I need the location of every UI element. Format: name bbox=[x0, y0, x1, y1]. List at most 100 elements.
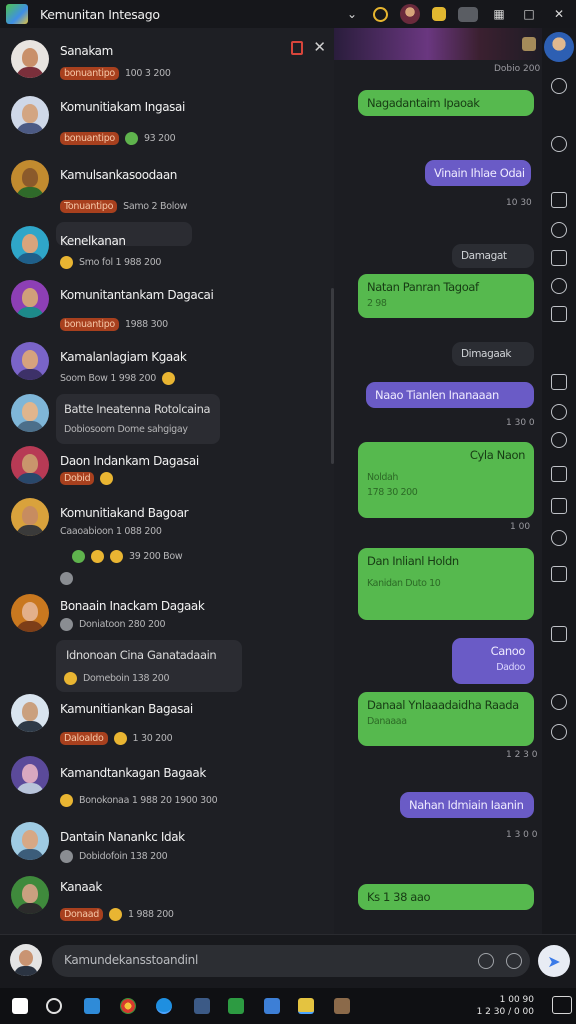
app-logo-icon bbox=[6, 4, 28, 24]
chevron-down-icon[interactable]: ⌄ bbox=[343, 5, 361, 23]
avatar bbox=[11, 822, 49, 860]
message-text: Damagat bbox=[461, 250, 507, 262]
chat-name: Daon Indankam Dagasai bbox=[60, 454, 199, 468]
clock-icon[interactable] bbox=[551, 694, 567, 710]
power-icon[interactable] bbox=[551, 724, 567, 740]
gear-icon[interactable] bbox=[551, 530, 567, 546]
file-explorer-icon[interactable] bbox=[264, 998, 280, 1014]
chat-list-item[interactable]: Daon Indankam Dagasai Dobid bbox=[0, 446, 334, 506]
calendar-icon[interactable] bbox=[551, 466, 567, 482]
edge-browser-icon[interactable] bbox=[156, 998, 172, 1014]
chat-meta: Domeboin 138 200 bbox=[64, 672, 170, 685]
close-app-icon[interactable]: ✕ bbox=[550, 5, 568, 23]
message-bubble-outgoing[interactable]: Cyla Naon Noldah 178 30 200 bbox=[358, 442, 534, 518]
chat-timestamp: Soom Bow 1 998 200 bbox=[60, 373, 156, 384]
message-bubble-outgoing[interactable]: Ks 1 38 aao bbox=[358, 884, 534, 910]
message-bubble[interactable]: Vinain Ihlae Odai bbox=[425, 160, 531, 186]
mail-app-icon[interactable] bbox=[84, 998, 100, 1014]
attach-icon[interactable] bbox=[506, 953, 522, 969]
emoji-icon bbox=[60, 618, 73, 631]
emoji-icon bbox=[72, 550, 85, 563]
chat-meta: Smo fol 1 988 200 bbox=[60, 256, 161, 269]
title-bar-actions: ⌄ ▦ □ ✕ bbox=[343, 4, 568, 24]
crop-icon[interactable] bbox=[551, 566, 567, 582]
target-icon[interactable] bbox=[551, 432, 567, 448]
window-icon[interactable]: □ bbox=[520, 5, 538, 23]
search-icon[interactable] bbox=[551, 78, 567, 94]
browser-icon[interactable] bbox=[120, 998, 136, 1014]
status-badge: Tonuantipo bbox=[60, 200, 118, 213]
profile-avatar-icon[interactable] bbox=[400, 4, 420, 24]
avatar[interactable] bbox=[544, 32, 574, 62]
send-button[interactable]: ➤ bbox=[538, 945, 570, 977]
notification-center-icon[interactable] bbox=[552, 996, 572, 1014]
store-app-icon[interactable] bbox=[194, 998, 210, 1014]
notes-app-icon[interactable] bbox=[298, 998, 314, 1014]
chat-list-item[interactable]: Kamalanlagiam Kgaak Soom Bow 1 998 200 bbox=[0, 340, 334, 400]
chat-meta: Daloaldo 1 30 200 bbox=[60, 732, 173, 745]
chat-meta: Doniatoon 280 200 bbox=[60, 618, 165, 631]
reaction-icon[interactable] bbox=[60, 572, 73, 585]
message-bubble[interactable]: Naao Tianlen Inanaaan bbox=[366, 382, 534, 408]
home-icon[interactable] bbox=[551, 374, 567, 390]
toggle-icon[interactable] bbox=[458, 6, 478, 22]
chat-name: Bonaain Inackam Dagaak bbox=[60, 599, 205, 613]
chat-meta: Tonuantipo Samo 2 Bolow bbox=[60, 200, 187, 213]
clock-time: 1 00 90 bbox=[499, 995, 534, 1005]
chat-list-item[interactable]: Dantain Nanankc Idak Dobidofoin 138 200 bbox=[0, 820, 334, 880]
chat-timestamp: 100 3 200 bbox=[124, 68, 171, 79]
message-bubble-outgoing[interactable]: Natan Panran Tagoaf 2 98 bbox=[358, 274, 534, 318]
print-icon[interactable] bbox=[551, 306, 567, 322]
avatar bbox=[11, 446, 49, 484]
message-text: Cyla Naon bbox=[469, 448, 526, 462]
chat-list-item[interactable]: Kamulsankasoodaan Tonuantipo Samo 2 Bolo… bbox=[0, 154, 334, 214]
image-icon[interactable] bbox=[551, 250, 567, 266]
system-message: Damagat bbox=[452, 244, 534, 268]
document-icon[interactable] bbox=[551, 192, 567, 208]
message-bubble[interactable]: Canoo Dadoo bbox=[452, 638, 534, 684]
message-bubble[interactable]: Nahan Idmiain Iaanin bbox=[400, 792, 534, 818]
media-app-icon[interactable] bbox=[228, 998, 244, 1014]
note-icon[interactable] bbox=[432, 7, 446, 21]
message-text: Nagadantaim Ipaoak bbox=[367, 96, 480, 110]
edit-icon[interactable] bbox=[551, 498, 567, 514]
message-bubble-outgoing[interactable]: Dan Inlianl Holdn Kanidan Duto 10 bbox=[358, 548, 534, 620]
emoji-icon bbox=[100, 472, 114, 485]
info-icon[interactable] bbox=[551, 404, 567, 420]
chat-list-item[interactable]: Komunitiakam Ingasai bonuantipo 93 200 bbox=[0, 88, 334, 148]
photos-app-icon[interactable] bbox=[334, 998, 350, 1014]
status-badge: bonuantipo bbox=[60, 318, 119, 331]
windows-start-icon[interactable] bbox=[12, 998, 28, 1014]
message-text: Dimagaak bbox=[461, 348, 512, 360]
chat-list-item[interactable]: Sanakam bonuantipo 100 3 200 bbox=[0, 32, 334, 92]
avatar bbox=[11, 40, 49, 78]
message-composer: Kamundekansstoandinl ➤ bbox=[0, 934, 576, 988]
refresh-icon[interactable] bbox=[551, 136, 567, 152]
chat-banner bbox=[334, 28, 542, 60]
chat-name: Kenelkanan bbox=[60, 234, 126, 248]
chat-list-item[interactable]: Kamandtankagan Bagaak Bonokonaa 1 988 20… bbox=[0, 756, 334, 816]
settings-icon[interactable] bbox=[551, 278, 567, 294]
grid-icon[interactable]: ▦ bbox=[490, 5, 508, 23]
chat-list-item[interactable]: Kanaak Donaad 1 988 200 bbox=[0, 874, 334, 934]
emoji-icon[interactable] bbox=[478, 953, 494, 969]
avatar bbox=[11, 226, 49, 264]
message-input[interactable]: Kamundekansstoandinl bbox=[52, 945, 530, 977]
message-meta: Noldah bbox=[367, 472, 399, 483]
title-bar: Kemunitan Intesago ⌄ ▦ □ ✕ bbox=[0, 0, 576, 28]
folder-icon[interactable] bbox=[551, 626, 567, 642]
check-icon[interactable] bbox=[551, 222, 567, 238]
chat-meta: bonuantipo 93 200 bbox=[60, 132, 176, 145]
message-bubble-outgoing[interactable]: Nagadantaim Ipaoak bbox=[358, 90, 534, 116]
system-clock[interactable]: 1 00 90 1 2 30 / 0 00 bbox=[477, 994, 534, 1018]
message-bubble-outgoing[interactable]: Danaal Ynlaaadaidha Raada Danaaaa bbox=[358, 692, 534, 746]
chat-list-item[interactable]: Idnonoan Cina Ganatadaain Domeboin 138 2… bbox=[0, 642, 334, 702]
chat-list-item[interactable]: Kenelkanan Smo fol 1 988 200 bbox=[0, 222, 334, 282]
chat-list-item[interactable]: Batte Ineatenna Rotolcaina Dobiosoom Dom… bbox=[0, 392, 334, 452]
search-icon[interactable] bbox=[46, 998, 62, 1014]
status-badge: Daloaldo bbox=[60, 732, 108, 745]
chat-list-item[interactable]: Kamunitiankan Bagasai Daloaldo 1 30 200 bbox=[0, 694, 334, 754]
chat-list-item[interactable]: Komunitantankam Dagacai bonuantipo 1988 … bbox=[0, 278, 334, 338]
notification-ring-icon[interactable] bbox=[373, 6, 388, 22]
emoji-icon bbox=[110, 550, 123, 563]
